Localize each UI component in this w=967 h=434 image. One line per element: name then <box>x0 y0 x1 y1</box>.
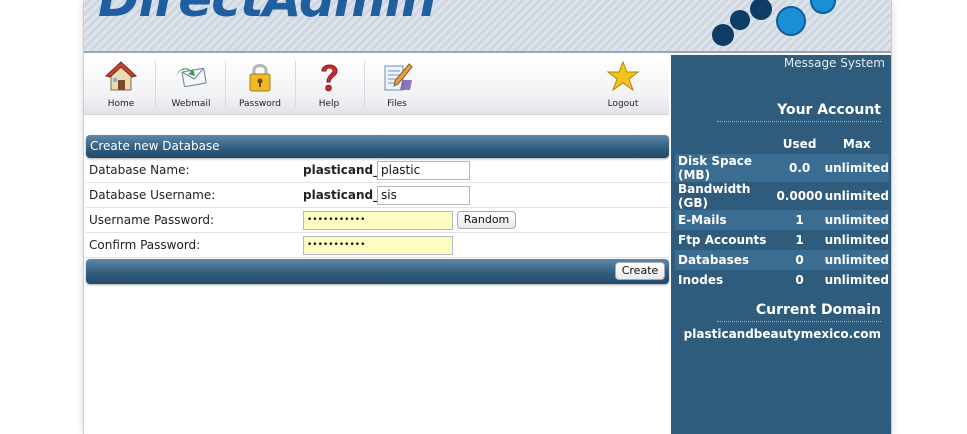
random-password-button[interactable]: Random <box>457 211 516 229</box>
toolbar-webmail-label: Webmail <box>171 99 211 109</box>
files-icon <box>384 63 413 91</box>
usage-col-used: Used <box>782 136 817 151</box>
usage-max: unlimited <box>824 189 889 203</box>
usage-used: 1 <box>795 233 804 247</box>
star-icon <box>606 60 640 92</box>
create-button[interactable]: Create <box>615 262 665 280</box>
message-system-link[interactable]: Message System <box>784 56 885 70</box>
usage-max: unlimited <box>824 233 889 247</box>
logo-bubbles-graphic <box>704 0 884 51</box>
database-username-label: Database Username: <box>89 188 216 202</box>
header-banner: DirectAdmin <box>84 0 891 53</box>
toolbar-logout[interactable]: Logout <box>588 55 658 113</box>
usage-row: E-Mails 1 unlimited <box>675 210 889 230</box>
your-account-title: Your Account <box>777 102 881 118</box>
current-domain-title: Current Domain <box>755 302 881 318</box>
current-domain-name: plasticandbeautymexico.com <box>683 327 881 341</box>
home-icon <box>104 61 138 91</box>
usage-col-max: Max <box>842 136 871 151</box>
webmail-icon <box>176 67 207 88</box>
usage-used: 1 <box>774 210 825 230</box>
toolbar-home-label: Home <box>107 99 135 109</box>
form-footer-bar: Create <box>86 259 669 284</box>
main-toolbar: Home Webmail Password Help Files Logout <box>84 55 669 115</box>
toolbar-help-label: Help <box>318 99 340 109</box>
usage-label: Ftp Accounts <box>678 233 767 247</box>
database-username-input[interactable]: sis <box>377 186 470 205</box>
confirm-password-label: Confirm Password: <box>89 238 201 252</box>
usage-row: Disk Space (MB) 0.0 unlimited <box>675 154 889 182</box>
username-password-label: Username Password: <box>89 213 215 227</box>
usage-row: Bandwidth (GB) 0.0000 unlimited <box>675 182 889 210</box>
page-container: DirectAdmin Home <box>83 0 892 434</box>
usage-label: Disk Space (MB) <box>675 154 775 182</box>
usage-header-row: Used Max <box>675 133 889 154</box>
toolbar-home[interactable]: Home <box>86 55 156 113</box>
usage-used: 0.0 <box>774 154 825 182</box>
usage-row: Ftp Accounts 1 unlimited <box>675 230 889 250</box>
toolbar-webmail[interactable]: Webmail <box>156 55 226 113</box>
toolbar-logout-label: Logout <box>607 99 639 109</box>
database-name-input[interactable]: plastic <box>377 161 470 180</box>
database-name-prefix: plasticand_ <box>303 163 380 177</box>
usage-row: Inodes 0 unlimited <box>675 270 889 290</box>
usage-row: Databases 0 unlimited <box>675 250 889 270</box>
usage-max: unlimited <box>824 210 889 230</box>
usage-label: Bandwidth (GB) <box>678 182 751 210</box>
username-password-row: Username Password: ••••••••••• Random <box>86 208 669 233</box>
confirm-password-input[interactable]: ••••••••••• <box>303 236 453 255</box>
directadmin-logo: DirectAdmin <box>98 0 437 28</box>
account-usage-table: Used Max Disk Space (MB) 0.0 unlimited B… <box>675 133 889 290</box>
database-name-label: Database Name: <box>89 163 190 177</box>
usage-label: Inodes <box>678 273 724 287</box>
divider <box>717 121 881 122</box>
username-password-input[interactable]: ••••••••••• <box>303 211 453 230</box>
usage-max: unlimited <box>824 273 889 287</box>
create-database-form: Create new Database Database Name: plast… <box>86 135 669 284</box>
toolbar-password-label: Password <box>238 99 282 109</box>
divider <box>717 321 881 322</box>
account-sidebar: Message System Your Account Used Max Dis… <box>671 55 891 434</box>
usage-label: Databases <box>675 250 775 270</box>
confirm-password-row: Confirm Password: ••••••••••• <box>86 233 669 258</box>
toolbar-password[interactable]: Password <box>225 55 295 113</box>
database-name-row: Database Name: plasticand_ plastic <box>86 158 669 183</box>
usage-used: 0.0000 <box>776 189 823 203</box>
database-username-prefix: plasticand_ <box>303 188 380 202</box>
usage-used: 0 <box>774 250 825 270</box>
toolbar-files-label: Files <box>387 99 407 109</box>
toolbar-files[interactable]: Files <box>362 55 432 113</box>
usage-max: unlimited <box>824 250 889 270</box>
usage-used: 0 <box>795 273 804 287</box>
help-icon <box>321 64 338 92</box>
usage-max: unlimited <box>824 154 889 182</box>
database-username-row: Database Username: plasticand_ sis <box>86 183 669 208</box>
usage-label: E-Mails <box>675 210 775 230</box>
toolbar-help[interactable]: Help <box>294 55 364 113</box>
lock-icon <box>249 64 271 92</box>
form-title: Create new Database <box>86 135 669 158</box>
usage-header-blank <box>675 133 775 154</box>
